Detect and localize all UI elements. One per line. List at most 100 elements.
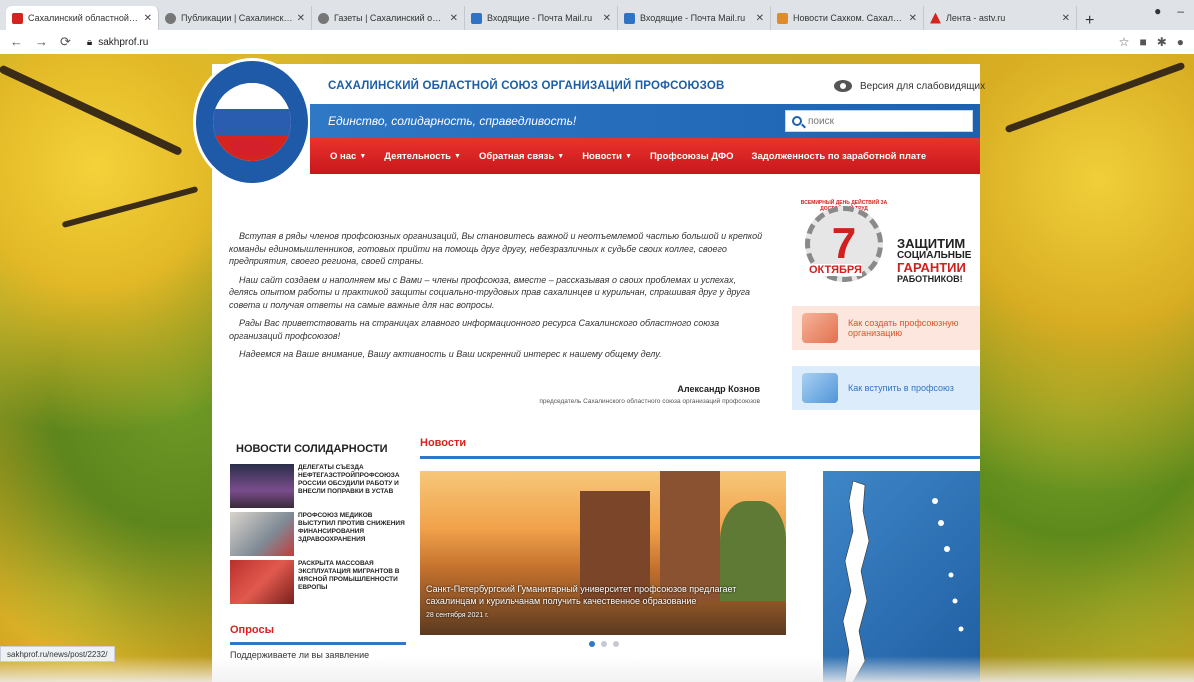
window-controls: ● – bbox=[1154, 4, 1184, 18]
slogan: Единство, солидарность, справедливость! bbox=[328, 114, 577, 128]
news-thumbnail bbox=[230, 464, 294, 508]
close-tab-icon[interactable]: ✕ bbox=[450, 13, 458, 24]
solidarity-news-item[interactable]: ПРОФСОЮЗ МЕДИКОВ ВЫСТУПИЛ ПРОТИВ СНИЖЕНИ… bbox=[230, 512, 406, 558]
island-shape bbox=[842, 480, 870, 682]
banner-month: ОКТЯБРЯ bbox=[809, 264, 862, 276]
close-tab-icon[interactable]: ✕ bbox=[756, 13, 764, 24]
branch bbox=[1004, 61, 1186, 134]
island-dot bbox=[932, 498, 938, 504]
building-shape bbox=[660, 471, 720, 601]
close-tab-icon[interactable]: ✕ bbox=[297, 13, 305, 24]
back-icon[interactable]: ← bbox=[10, 34, 23, 50]
section-divider bbox=[230, 642, 406, 645]
create-union-card[interactable]: Как создать профсоюзную организацию bbox=[792, 306, 980, 350]
forward-icon[interactable]: → bbox=[35, 34, 48, 50]
banner-line: ЗАЩИТИМ bbox=[897, 236, 966, 251]
island-dot bbox=[938, 520, 944, 526]
profile-icon[interactable]: ● bbox=[1154, 4, 1161, 18]
minimize-icon[interactable]: – bbox=[1177, 4, 1184, 18]
author-name: Александр Кознов bbox=[677, 384, 760, 394]
banner-line: РАБОТНИКОВ! bbox=[897, 274, 963, 284]
decent-work-day-banner[interactable]: ВСЕМИРНЫЙ ДЕНЬ ДЕЙСТВИЙ ЗА ДОСТОЙНЫЙ ТРУ… bbox=[797, 200, 973, 286]
extension-icon[interactable]: ■ bbox=[1139, 35, 1146, 49]
search-box[interactable] bbox=[785, 110, 973, 132]
handshake-icon bbox=[231, 139, 271, 155]
browser-tab[interactable]: Публикации | Сахалинский обл✕ bbox=[159, 6, 312, 30]
banner-line: ГАРАНТИИ bbox=[897, 260, 966, 275]
chevron-down-icon: ▼ bbox=[454, 152, 461, 160]
intro-paragraph: Наш сайт создаем и наполняем мы с Вами –… bbox=[229, 274, 750, 310]
island-dot bbox=[958, 626, 964, 632]
chevron-down-icon: ▼ bbox=[625, 152, 632, 160]
join-union-card[interactable]: Как вступить в профсоюз bbox=[792, 366, 980, 410]
close-tab-icon[interactable]: ✕ bbox=[144, 13, 152, 24]
browser-tab[interactable]: Новости Сахком. Сахалин.Инфо✕ bbox=[771, 6, 924, 30]
browser-tab[interactable]: Входящие - Почта Mail.ru ✕ bbox=[465, 6, 618, 30]
site-favicon-icon bbox=[12, 12, 23, 24]
slider-dot[interactable] bbox=[601, 641, 607, 647]
flag-stripe bbox=[213, 108, 291, 135]
slide-caption[interactable]: Санкт-Петербургский Гуманитарный универс… bbox=[426, 583, 776, 607]
close-tab-icon[interactable]: ✕ bbox=[909, 13, 917, 24]
browser-tab[interactable]: Входящие - Почта Mail.ru ✕ bbox=[618, 6, 771, 30]
sakhalin-map[interactable] bbox=[823, 471, 980, 682]
puzzle-icon[interactable]: ✱ bbox=[1157, 35, 1167, 49]
menu-item-activity[interactable]: Деятельность ▼ bbox=[384, 151, 461, 162]
slider-dots bbox=[589, 641, 619, 647]
intro-paragraph: Надеемся на Ваше внимание, Вашу активнос… bbox=[239, 349, 662, 359]
menu-item-wage-arrears[interactable]: Задолженность по заработной плате bbox=[752, 151, 927, 162]
search-icon[interactable] bbox=[792, 116, 802, 126]
visually-impaired-link[interactable]: Версия для слабовидящих bbox=[834, 80, 985, 92]
eye-icon bbox=[834, 80, 852, 92]
news-thumbnail bbox=[230, 560, 294, 604]
browser-tab[interactable]: Лента - astv.ru ✕ bbox=[924, 6, 1077, 30]
mail-favicon-icon bbox=[471, 12, 482, 24]
slider-dot[interactable] bbox=[589, 641, 595, 647]
island-dot bbox=[952, 598, 958, 604]
browser-tab[interactable]: Газеты | Сахалинский областно✕ bbox=[312, 6, 465, 30]
slider-dot[interactable] bbox=[613, 641, 619, 647]
browser-tab[interactable]: Сахалинский областной союз о✕ bbox=[6, 6, 159, 30]
globe-favicon-icon bbox=[165, 12, 176, 24]
logo-emblem bbox=[213, 83, 291, 161]
news-favicon-icon bbox=[777, 12, 788, 24]
menu-item-feedback[interactable]: Обратная связь ▼ bbox=[479, 151, 564, 162]
chevron-down-icon: ▼ bbox=[557, 152, 565, 160]
union-logo[interactable] bbox=[193, 58, 311, 186]
polls-title: Опросы bbox=[230, 624, 275, 636]
island-dot bbox=[948, 572, 954, 578]
astv-favicon-icon bbox=[930, 12, 941, 24]
section-divider bbox=[420, 456, 980, 459]
intro-paragraph: Вступая в ряды членов профсоюзных органи… bbox=[229, 231, 763, 266]
news-thumbnail bbox=[230, 512, 294, 556]
solidarity-news-title: НОВОСТИ СОЛИДАРНОСТИ bbox=[236, 443, 388, 455]
url-field[interactable]: 🔒︎ sakhprof.ru bbox=[87, 37, 148, 48]
main-menu: О нас ▼ Деятельность ▼ Обратная связь ▼ Нов… bbox=[310, 138, 980, 174]
new-tab-button[interactable]: + bbox=[1085, 12, 1094, 30]
menu-item-about[interactable]: О нас ▼ bbox=[330, 151, 366, 162]
solidarity-news-item[interactable]: ДЕЛЕГАТЫ СЪЕЗДА НЕФТЕГАЗСТРОЙПРОФСОЮЗА Р… bbox=[230, 464, 406, 510]
island-dot bbox=[944, 546, 950, 552]
reload-icon[interactable]: ⟳ bbox=[60, 34, 71, 50]
intro-paragraph: Рады Вас приветствовать на страницах гла… bbox=[229, 318, 720, 341]
lock-icon: 🔒︎ bbox=[86, 36, 93, 48]
browser-tab-bar: Сахалинский областной союз о✕ Публикации… bbox=[0, 0, 1194, 30]
slide-date: 28 сентября 2021 г. bbox=[426, 612, 489, 619]
menu-item-dfo-unions[interactable]: Профсоюзы ДФО bbox=[650, 151, 734, 162]
intro-text: Вступая в ряды членов профсоюзных органи… bbox=[229, 230, 763, 367]
search-input[interactable] bbox=[808, 115, 958, 127]
bookmark-star-icon[interactable]: ☆ bbox=[1119, 35, 1130, 49]
branch bbox=[61, 185, 199, 229]
news-section-title: Новости bbox=[420, 437, 467, 449]
person-desk-icon bbox=[802, 313, 838, 343]
close-tab-icon[interactable]: ✕ bbox=[1062, 13, 1070, 24]
solidarity-news-item[interactable]: РАСКРЫТА МАССОВАЯ ЭКСПЛУАТАЦИЯ МИГРАНТОВ… bbox=[230, 560, 406, 606]
news-slider[interactable]: Санкт-Петербургский Гуманитарный универс… bbox=[420, 471, 786, 635]
org-title[interactable]: САХАЛИНСКИЙ ОБЛАСТНОЙ СОЮЗ ОРГАНИЗАЦИЙ П… bbox=[328, 80, 725, 92]
branch bbox=[0, 64, 183, 157]
chevron-down-icon: ▼ bbox=[359, 152, 367, 160]
status-bar-url: sakhprof.ru/news/post/2232/ bbox=[0, 646, 115, 662]
menu-item-news[interactable]: Новости ▼ bbox=[582, 151, 632, 162]
close-tab-icon[interactable]: ✕ bbox=[603, 13, 611, 24]
avatar[interactable]: ● bbox=[1177, 35, 1184, 49]
